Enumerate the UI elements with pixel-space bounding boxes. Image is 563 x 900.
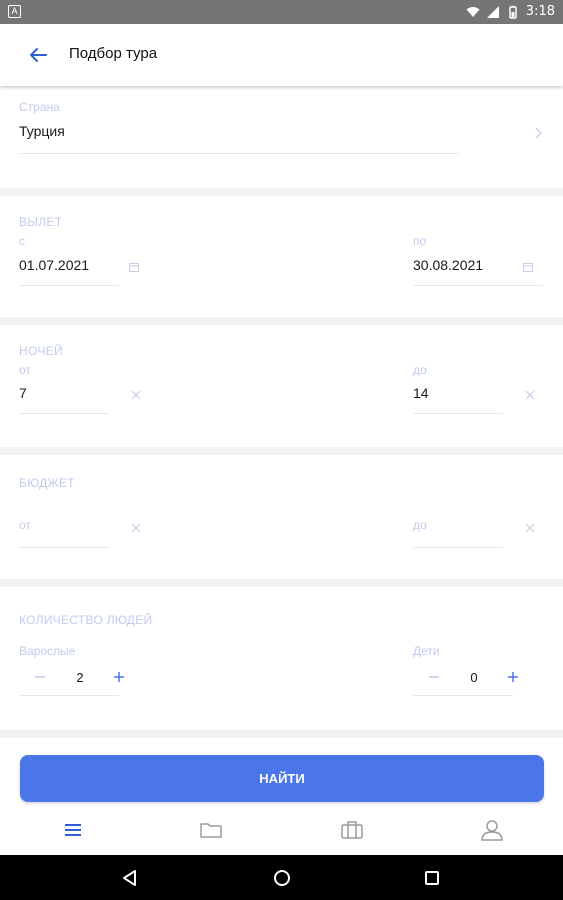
find-button[interactable]: НАЙТИ xyxy=(20,755,544,802)
back-triangle-icon[interactable] xyxy=(120,868,140,888)
budget-from-field[interactable]: от xyxy=(19,518,31,532)
nights-to-underline xyxy=(413,413,503,414)
plus-icon[interactable] xyxy=(111,669,127,685)
app-bar: Подбор тура xyxy=(0,24,563,86)
status-icons: 3:18 xyxy=(466,4,555,19)
budget-to-underline xyxy=(413,547,503,548)
nights-from-label: от xyxy=(19,363,31,377)
menu-icon[interactable] xyxy=(60,817,86,843)
calendar-icon[interactable] xyxy=(522,261,534,273)
departure-to-field[interactable]: 30.08.2021 xyxy=(413,257,483,273)
back-arrow-icon[interactable] xyxy=(24,42,52,68)
plus-icon[interactable] xyxy=(505,669,521,685)
children-count: 0 xyxy=(470,670,478,685)
signal-icon xyxy=(486,5,499,18)
home-circle-icon[interactable] xyxy=(272,868,292,888)
people-card: КОЛИЧЕСТВО ЛЮДЕЙ Варослые 2 Дети 0 xyxy=(0,587,563,730)
close-icon[interactable] xyxy=(130,522,142,534)
departure-from-underline xyxy=(19,285,119,286)
departure-to-underline xyxy=(413,285,543,286)
budget-to-field[interactable]: до xyxy=(413,518,427,532)
calendar-icon[interactable] xyxy=(128,261,140,273)
country-underline xyxy=(19,153,459,154)
page-title: Подбор тура xyxy=(69,45,158,62)
departure-section-title: ВЫЛЕТ xyxy=(19,215,63,229)
departure-card: ВЫЛЕТ с 01.07.2021 по 30.08.2021 xyxy=(0,196,563,317)
adults-count: 2 xyxy=(76,670,84,685)
people-section-title: КОЛИЧЕСТВО ЛЮДЕЙ xyxy=(19,613,153,627)
budget-from-underline xyxy=(19,547,109,548)
adults-underline xyxy=(19,695,119,696)
nights-section-title: НОЧЕЙ xyxy=(19,344,63,358)
country-label: Страна xyxy=(19,100,60,114)
country-card[interactable]: Страна Турция xyxy=(0,86,563,188)
clock: 3:18 xyxy=(525,4,555,19)
nights-card: НОЧЕЙ от 7 до 14 xyxy=(0,325,563,447)
chevron-right-icon xyxy=(535,127,542,139)
minus-icon[interactable] xyxy=(32,669,48,685)
adults-label: Варослые xyxy=(19,644,76,658)
children-label: Дети xyxy=(413,644,440,658)
nights-from-underline xyxy=(19,413,109,414)
close-icon[interactable] xyxy=(524,389,536,401)
battery-icon xyxy=(509,5,517,19)
bottom-navigation xyxy=(0,805,563,855)
briefcase-icon[interactable] xyxy=(339,817,365,843)
folder-icon[interactable] xyxy=(198,817,224,843)
recents-square-icon[interactable] xyxy=(422,868,442,888)
minus-icon[interactable] xyxy=(426,669,442,685)
status-bar: A 3:18 xyxy=(0,0,563,24)
departure-to-label: по xyxy=(413,234,427,248)
close-icon[interactable] xyxy=(130,389,142,401)
nights-to-label: до xyxy=(413,363,427,377)
system-navigation-bar xyxy=(0,855,563,900)
departure-from-field[interactable]: 01.07.2021 xyxy=(19,257,89,273)
notification-badge: A xyxy=(8,5,21,18)
nights-to-field[interactable]: 14 xyxy=(413,385,429,401)
close-icon[interactable] xyxy=(524,522,536,534)
nights-from-field[interactable]: 7 xyxy=(19,385,27,401)
country-value: Турция xyxy=(19,123,65,139)
wifi-icon xyxy=(466,6,480,17)
budget-section-title: БЮДЖЕТ xyxy=(19,476,75,490)
profile-icon[interactable] xyxy=(479,817,505,843)
budget-card: БЮДЖЕТ от до xyxy=(0,455,563,579)
children-underline xyxy=(413,695,513,696)
departure-from-label: с xyxy=(19,234,25,248)
